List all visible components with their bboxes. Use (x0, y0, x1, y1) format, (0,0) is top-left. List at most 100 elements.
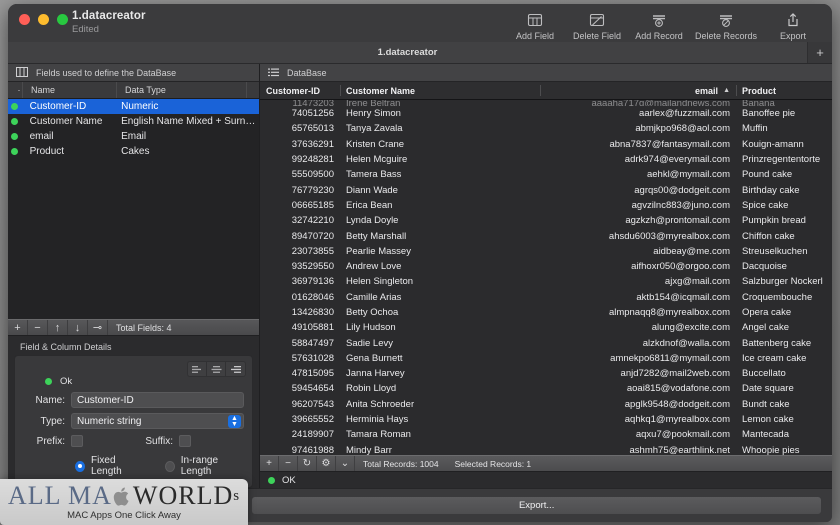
table-row[interactable]: 93529550 Andrew Love aifhoxr050@orgoo.com D… (260, 259, 832, 274)
field-row-customer-name[interactable]: Customer Name English Name Mixed + Surna… (8, 114, 259, 129)
cell-customer-id: 55509500 (291, 169, 334, 181)
toolbar-delete-records-label: Delete Records (694, 31, 758, 41)
main-body: Fields used to define the DataBase · Nam… (8, 64, 832, 502)
table-row[interactable]: 58847497 Sadie Levy alzkdnof@walla.com Batt… (260, 335, 832, 350)
cell-product: Kouign-amann (742, 138, 804, 150)
document-title: 1.datacreator (72, 10, 146, 22)
prefix-checkbox[interactable] (71, 435, 83, 447)
db-col-product[interactable]: Product (736, 82, 832, 99)
field-name-input[interactable]: Customer-ID (71, 392, 244, 408)
table-row[interactable]: 24189907 Tamara Roman aqxu7@pookmail.com Ma… (260, 427, 832, 442)
fields-col-bullet[interactable]: · (8, 82, 22, 98)
table-row[interactable]: 06665185 Erica Bean agvzilnc883@juno.com Sp… (260, 198, 832, 213)
table-row[interactable]: 47815095 Janna Harvey anjd7282@mail2web.co… (260, 366, 832, 381)
db-col-customer-id[interactable]: Customer-ID (260, 82, 340, 99)
suffix-checkbox[interactable] (179, 435, 191, 447)
table-row[interactable]: 96207543 Anita Schroeder apglk9548@dodgeit… (260, 397, 832, 412)
cell-email: aarlex@fuzzmail.com (639, 108, 730, 120)
cell-customer-name: Sadie Levy (346, 337, 394, 349)
gear-icon[interactable]: ⚙ (317, 456, 336, 471)
db-col-customer-name[interactable]: Customer Name (340, 82, 540, 99)
toolbar-add-record[interactable]: Add Record (628, 7, 690, 41)
minimize-button[interactable] (38, 14, 49, 25)
radio-fixed-length[interactable]: Fixed Length (75, 455, 143, 477)
fields-col-name[interactable]: Name (22, 82, 116, 98)
remove-field-button[interactable]: − (28, 320, 48, 335)
add-record-button[interactable]: + (260, 456, 279, 471)
cell-customer-name: Camille Arias (346, 291, 402, 303)
table-row[interactable]: 55509500 Tamera Bass aehkl@mymail.com Pound… (260, 167, 832, 182)
chevron-down-icon[interactable]: ⌄ (336, 456, 355, 471)
radio-inrange-length[interactable]: In-range Length (164, 455, 244, 477)
field-type: Cakes (121, 146, 150, 157)
toolbar-delete-field[interactable]: Delete Field (566, 7, 628, 41)
table-row-partial: 11473203 Irene Beltran aaaaha717g@mailandn… (260, 100, 832, 106)
table-row[interactable]: 13426830 Betty Ochoa almpnaqq8@myrealbox.c… (260, 305, 832, 320)
cell-customer-id: 96207543 (291, 398, 334, 410)
table-row[interactable]: 36979136 Helen Singleton ajxg@mail.com Salz… (260, 274, 832, 289)
field-row-customer-id[interactable]: Customer-ID Numeric (8, 99, 259, 114)
table-row[interactable]: 99248281 Helen Mcguire adrk974@everymail.c… (260, 152, 832, 167)
table-row[interactable]: 89470720 Betty Marshall ahsdu6003@myrealbo… (260, 228, 832, 243)
cell-email: aqxu7@pookmail.com (635, 429, 730, 441)
cell-customer-name: Erica Bean (346, 199, 393, 211)
suffix-label: Suffix: (145, 435, 173, 447)
table-row[interactable]: 74051256 Henry Simon aarlex@fuzzmail.com Ba… (260, 106, 832, 121)
refresh-icon[interactable]: ↻ (298, 456, 317, 471)
cell-product: Banoffee pie (742, 108, 796, 120)
fields-panel-title: Fields used to define the DataBase (36, 67, 177, 78)
field-type-select[interactable]: Numeric string ▲ ▼ (71, 413, 244, 429)
link-icon[interactable]: ⊸ (88, 320, 108, 335)
toolbar-delete-records[interactable]: Delete Records (690, 7, 762, 41)
table-row[interactable]: 23073855 Pearlie Massey aidbeay@me.com Stre… (260, 244, 832, 259)
table-row[interactable]: 32742210 Lynda Doyle agzkzh@prontomail.com… (260, 213, 832, 228)
watermark-part2: WORLD (132, 481, 234, 510)
table-row[interactable]: 57631028 Gena Burnett amnekpo6811@mymail.c… (260, 351, 832, 366)
table-row[interactable]: 76779230 Diann Wade agrqs00@dodgeit.com Bir… (260, 182, 832, 197)
table-row[interactable]: 37636291 Kristen Crane abna7837@fantasymai… (260, 137, 832, 152)
cell-customer-name: Anita Schroeder (346, 398, 415, 410)
field-row-product[interactable]: Product Cakes (8, 144, 259, 159)
field-row-email[interactable]: email Email (8, 129, 259, 144)
export-button[interactable]: Export... (251, 496, 822, 515)
db-col-email[interactable]: email ▲ (540, 82, 736, 99)
field-name-row: Name: Customer-ID (23, 392, 244, 408)
database-panel-title: DataBase (287, 67, 327, 78)
cell-email: ashmh75@earthlink.net (629, 444, 730, 455)
close-button[interactable] (19, 14, 30, 25)
table-row[interactable]: 01628046 Camille Arias aktb154@icqmail.com… (260, 290, 832, 305)
align-center-icon[interactable] (207, 362, 226, 376)
new-tab-button[interactable]: + (808, 42, 832, 63)
remove-record-button[interactable]: − (279, 456, 298, 471)
table-row[interactable]: 59454654 Robin Lloyd aoai815@vodafone.com D… (260, 381, 832, 396)
table-row[interactable]: 97461988 Mindy Barr ashmh75@earthlink.net W… (260, 443, 832, 455)
fields-panel: Fields used to define the DataBase · Nam… (8, 64, 260, 502)
move-up-button[interactable]: ↑ (48, 320, 68, 335)
fields-col-type[interactable]: Data Type (116, 82, 246, 98)
apple-logo-icon (113, 486, 132, 507)
toolbar-export[interactable]: Export (762, 7, 824, 41)
add-field-button[interactable]: + (8, 320, 28, 335)
toolbar-add-field[interactable]: Add Field (504, 7, 566, 41)
field-name: Customer Name (29, 116, 103, 127)
list-icon (268, 64, 279, 82)
database-table-body[interactable]: 11473203 Irene Beltran aaaaha717g@mailandn… (260, 100, 832, 455)
cell-customer-id: 23073855 (291, 245, 334, 257)
table-row[interactable]: 49105881 Lily Hudson alung@excite.com Angel… (260, 320, 832, 335)
move-down-button[interactable]: ↓ (68, 320, 88, 335)
cell-email: agvzilnc883@juno.com (631, 199, 730, 211)
tab-datacreator[interactable]: 1.datacreator (8, 42, 808, 63)
align-right-icon[interactable] (226, 362, 245, 376)
table-row[interactable]: 39665552 Herminia Hays aqhkq1@myrealbox.co… (260, 412, 832, 427)
table-row[interactable]: 65765013 Tanya Zavala abmjkpo968@aol.com Mu… (260, 121, 832, 136)
cell-customer-name: Kristen Crane (346, 138, 405, 150)
cell-customer-id: 58847497 (291, 337, 334, 349)
screen: 1.datacreator Edited Add Field Delete Fi… (0, 0, 840, 525)
zoom-button[interactable] (57, 14, 68, 25)
cell-customer-id: 47815095 (291, 368, 334, 380)
cell-product: Salzburger Nockerl (742, 276, 823, 288)
cell-customer-name: Lynda Doyle (346, 215, 399, 227)
align-left-icon[interactable] (188, 362, 207, 376)
fields-table-body: Customer-ID Numeric Customer Name Englis… (8, 99, 259, 319)
field-type: Email (121, 131, 147, 142)
